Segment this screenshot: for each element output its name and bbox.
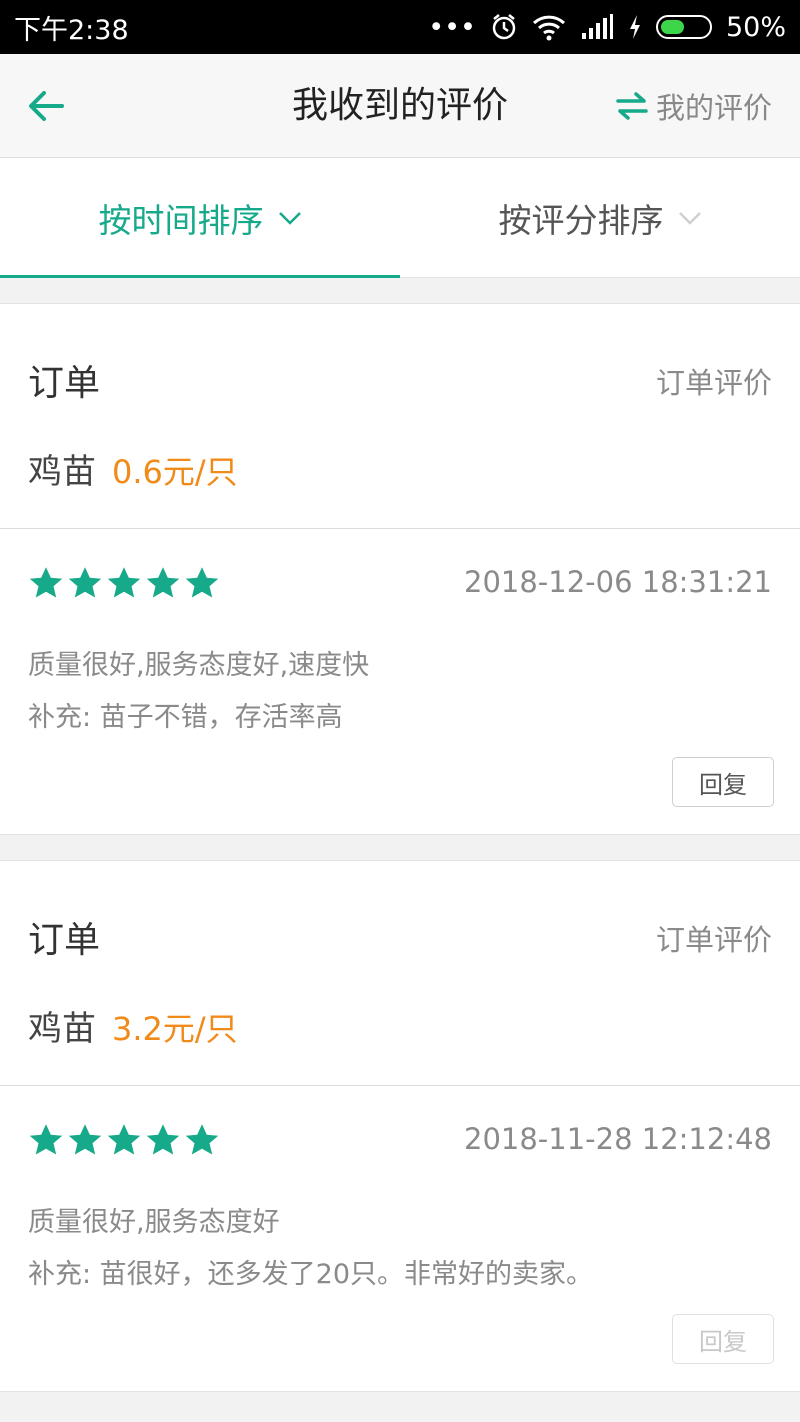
alarm-icon — [490, 13, 518, 41]
product-name: 鸡苗 — [28, 452, 96, 492]
more-icon: ••• — [428, 11, 476, 43]
order-review-link[interactable]: 订单评价 — [656, 917, 772, 959]
review-body: 2018-11-28 12:12:48 质量很好,服务态度好 补充: 苗很好，还… — [0, 1086, 800, 1391]
order-header: 订单 订单评价 鸡苗 3.2元/只 — [0, 861, 800, 1086]
product-price: 3.2元/只 — [112, 1010, 238, 1048]
status-bar: 下午2:38 ••• 50% — [0, 0, 800, 54]
title-bar: 我收到的评价 我的评价 — [0, 54, 800, 158]
star-icon — [146, 567, 180, 598]
review-supplement: 补充: 苗很好，还多发了20只。非常好的卖家。 — [28, 1259, 594, 1290]
status-time: 下午2:38 — [14, 14, 129, 46]
review-card: 订单 订单评价 鸡苗 3.2元/只 2018-11-28 12:12:48 质量… — [0, 860, 800, 1392]
star-rating — [28, 1122, 220, 1158]
star-icon — [107, 567, 141, 598]
battery-percent: 50% — [725, 11, 786, 43]
review-date: 2018-12-06 18:31:21 — [464, 565, 772, 599]
order-review-link[interactable]: 订单评价 — [656, 360, 772, 402]
star-icon — [68, 1124, 102, 1155]
back-button[interactable] — [22, 82, 70, 130]
my-reviews-label: 我的评价 — [655, 91, 772, 125]
my-reviews-button[interactable]: 我的评价 — [616, 84, 772, 128]
star-icon — [68, 567, 102, 598]
swap-icon — [616, 92, 648, 120]
star-icon — [185, 567, 219, 598]
tab-sort-by-time[interactable]: 按时间排序 — [0, 158, 400, 278]
tab-label: 按时间排序 — [98, 200, 264, 240]
sort-tabs: 按时间排序 按评分排序 — [0, 158, 800, 278]
reply-button[interactable]: 回复 — [672, 1314, 774, 1364]
product-info: 鸡苗 3.2元/只 — [28, 1001, 238, 1050]
review-comment: 质量很好,服务态度好,速度快 — [28, 650, 370, 681]
chevron-down-icon — [278, 211, 301, 225]
star-rating — [28, 565, 220, 601]
review-card: 订单 订单评价 鸡苗 0.6元/只 2018-12-06 18:31:21 质量… — [0, 303, 800, 835]
review-date: 2018-11-28 12:12:48 — [464, 1122, 772, 1156]
charging-icon — [628, 13, 642, 41]
tab-label: 按评分排序 — [498, 200, 664, 240]
order-title: 订单 — [28, 920, 101, 961]
tab-sort-by-rating[interactable]: 按评分排序 — [400, 158, 800, 277]
star-icon — [29, 1124, 63, 1155]
battery-fill — [660, 20, 684, 34]
product-info: 鸡苗 0.6元/只 — [28, 444, 238, 493]
signal-icon — [580, 13, 614, 41]
product-price: 0.6元/只 — [112, 453, 238, 491]
star-icon — [185, 1124, 219, 1155]
status-icons: ••• 50% — [428, 12, 786, 43]
order-header: 订单 订单评价 鸡苗 0.6元/只 — [0, 304, 800, 529]
back-arrow-icon — [29, 91, 64, 121]
order-title: 订单 — [28, 363, 101, 404]
review-comment: 质量很好,服务态度好 — [28, 1207, 280, 1238]
chevron-down-icon — [678, 211, 701, 225]
battery-icon — [655, 15, 712, 39]
product-name: 鸡苗 — [28, 1009, 96, 1049]
star-icon — [29, 567, 63, 598]
review-body: 2018-12-06 18:31:21 质量很好,服务态度好,速度快 补充: 苗… — [0, 529, 800, 834]
review-supplement: 补充: 苗子不错，存活率高 — [28, 702, 343, 733]
reply-button[interactable]: 回复 — [672, 757, 774, 807]
star-icon — [146, 1124, 180, 1155]
star-icon — [107, 1124, 141, 1155]
wifi-icon — [532, 13, 566, 41]
